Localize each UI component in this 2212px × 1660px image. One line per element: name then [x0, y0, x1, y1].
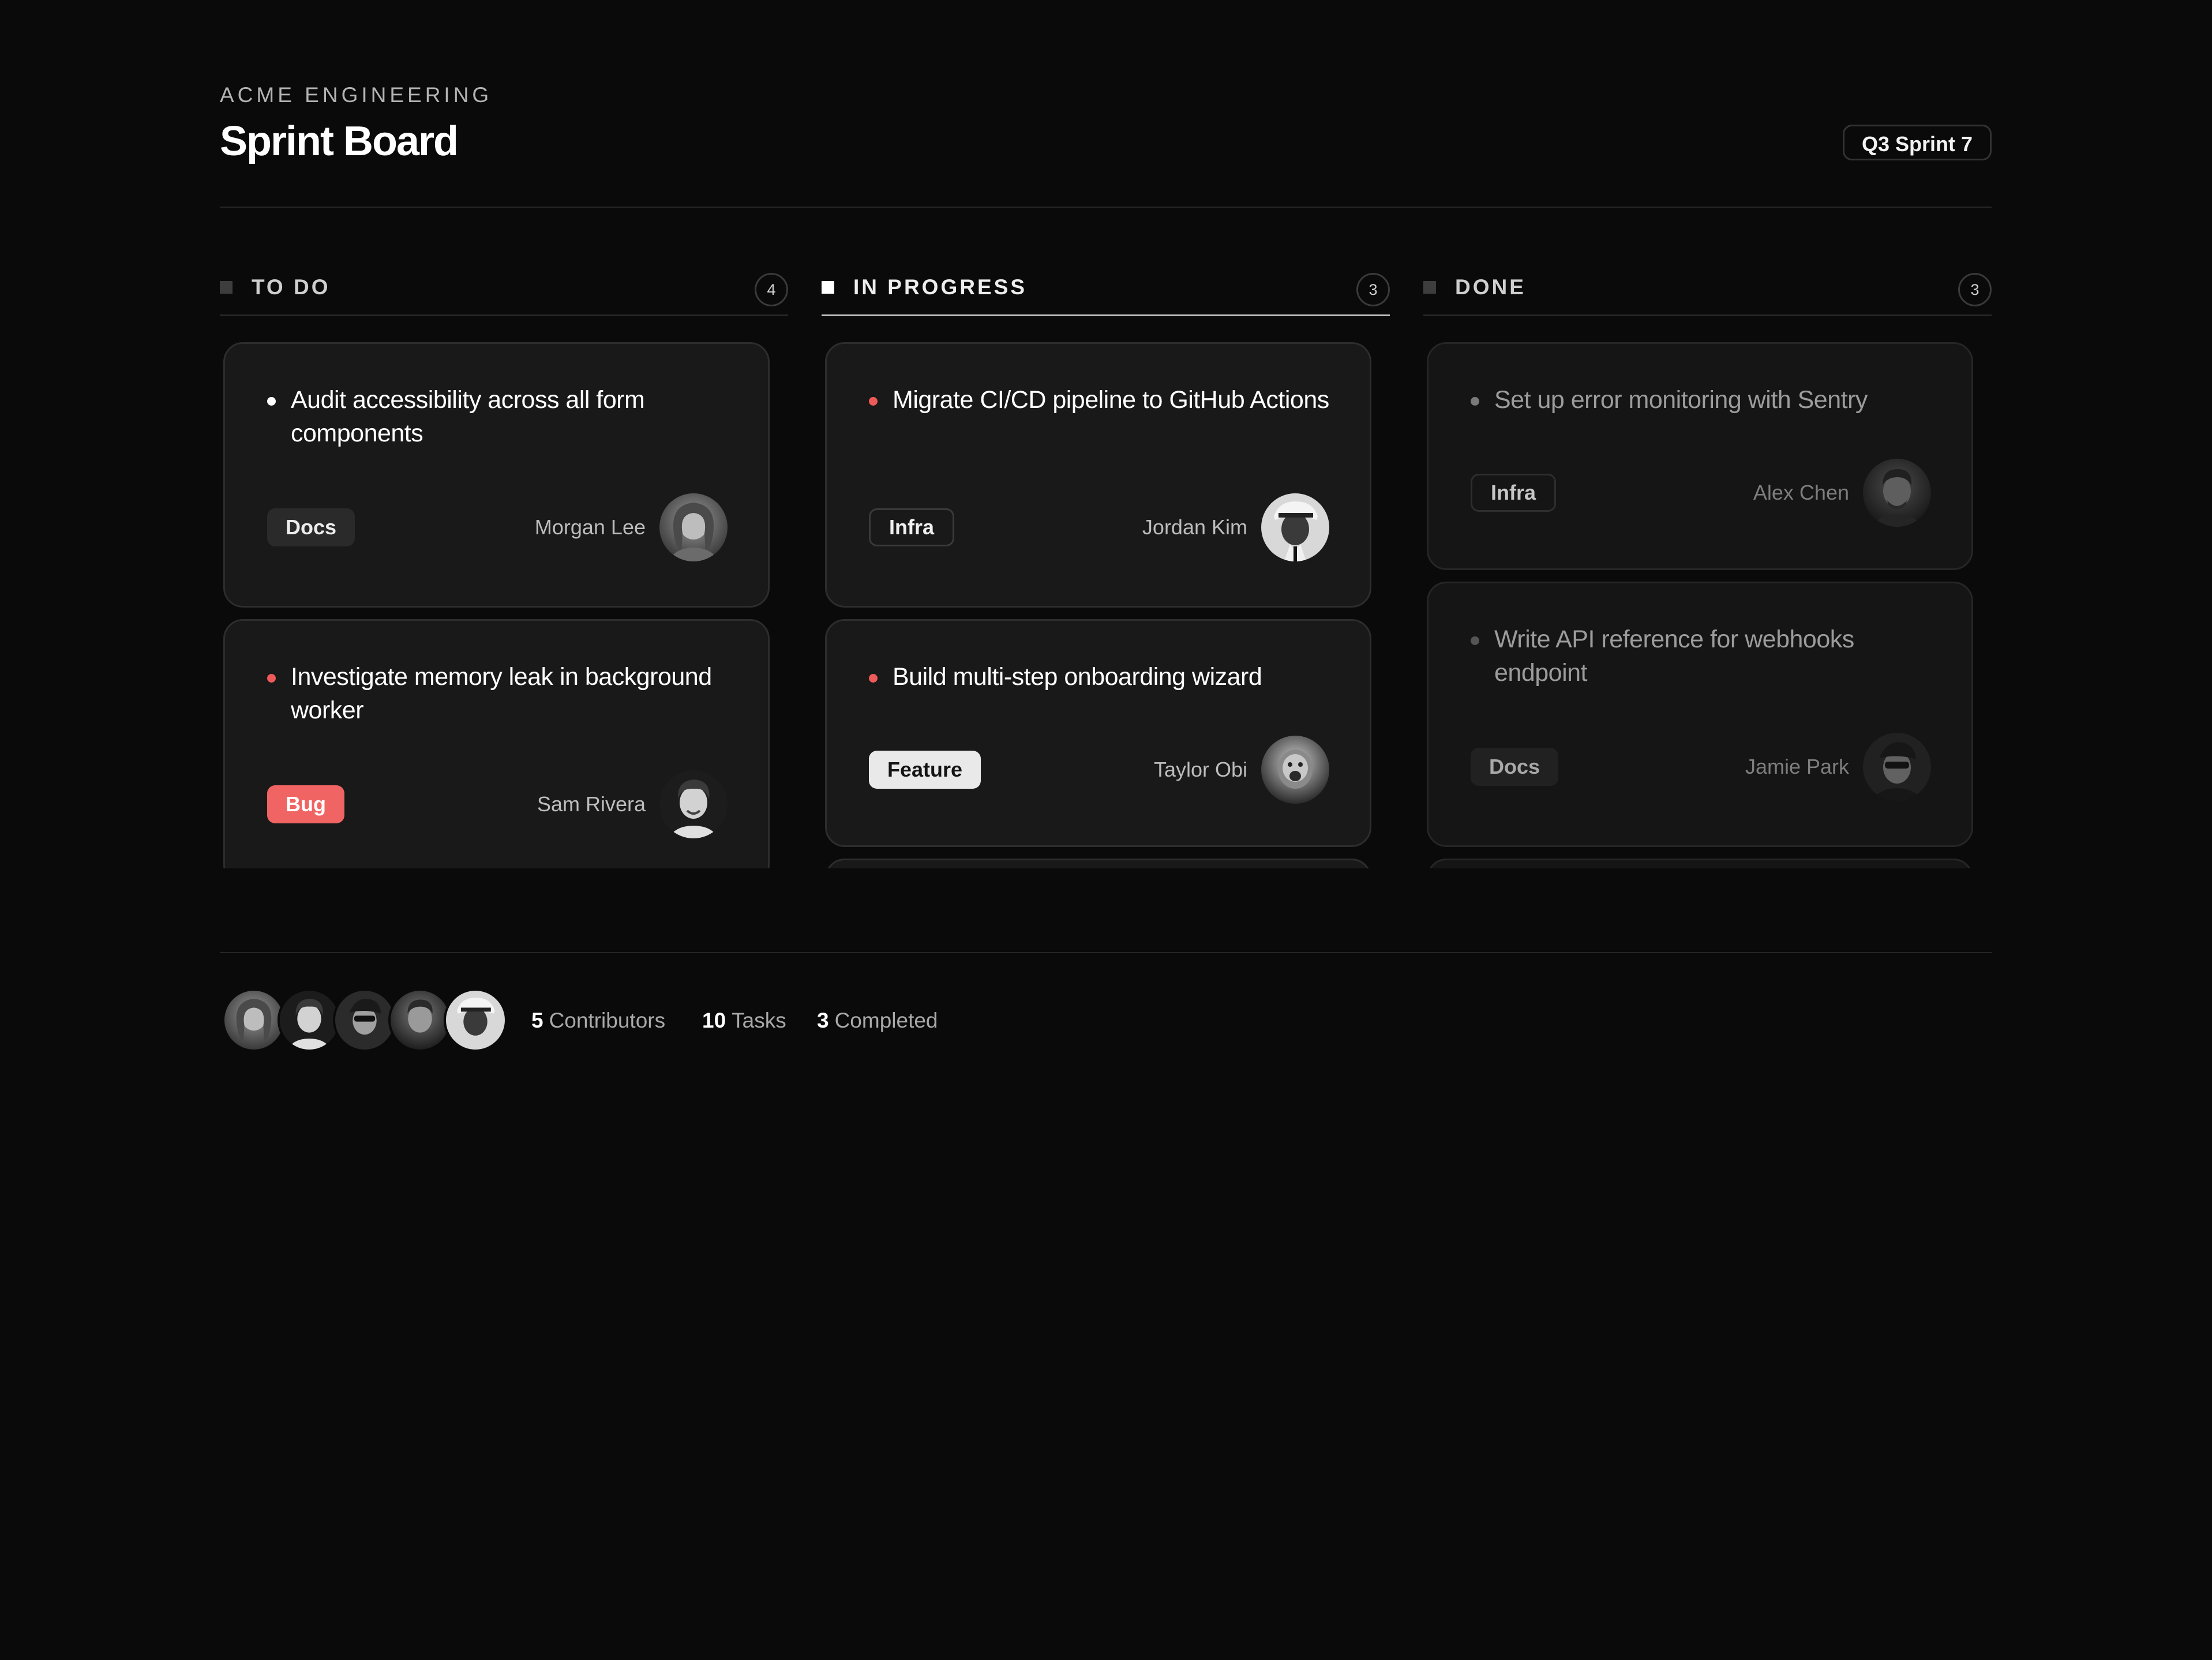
- assignee-name: Jordan Kim: [1142, 515, 1247, 539]
- avatar: [1863, 459, 1931, 527]
- sprint-selector-button[interactable]: Q3 Sprint 7: [1842, 125, 1992, 160]
- avatar: [388, 988, 452, 1052]
- contributor-avatar-stack[interactable]: [222, 988, 511, 1053]
- column-title: TO DO: [252, 275, 331, 299]
- task-title: Migrate CI/CD pipeline to GitHub Actions: [893, 386, 1329, 414]
- avatar: [222, 988, 286, 1052]
- task-tag: Docs: [1471, 748, 1559, 786]
- column-count-badge: 4: [755, 273, 788, 306]
- avatar: [659, 493, 728, 561]
- board-columns: TO DO 4 Audit accessibility across all f…: [220, 260, 1992, 897]
- avatar: [1863, 733, 1931, 801]
- task-tag: Bug: [267, 785, 344, 823]
- footer-divider: [220, 952, 1992, 953]
- column-cards: Audit accessibility across all form comp…: [220, 316, 788, 868]
- avatar: [1261, 736, 1329, 804]
- sprint-board: ACME ENGINEERING Sprint Board Q3 Sprint …: [220, 81, 1992, 1052]
- column-todo: TO DO 4 Audit accessibility across all f…: [220, 260, 788, 897]
- task-title: Set up error monitoring with Sentry: [1494, 386, 1868, 414]
- column-done: DONE 3 Set up error monitoring with Sent…: [1423, 260, 1992, 897]
- task-dot-icon: [1471, 397, 1479, 406]
- stat-value: 3: [817, 1009, 829, 1032]
- completed-stat: 3 Completed: [817, 1006, 938, 1036]
- board-footer: 5 Contributors 10 Tasks 3 Completed: [220, 984, 1992, 1056]
- task-tag: Feature: [869, 751, 981, 789]
- header-divider: [220, 207, 1992, 208]
- stat-label: Contributors: [549, 1009, 666, 1032]
- assignee-name: Sam Rivera: [537, 792, 646, 816]
- task-card[interactable]: Write API reference for webhooks endpoin…: [1427, 582, 1973, 847]
- column-status-square-icon: [220, 281, 233, 294]
- task-tag: Infra: [869, 508, 955, 546]
- column-title: DONE: [1455, 275, 1526, 299]
- page-title: Sprint Board: [220, 118, 459, 164]
- column-count-badge: 3: [1958, 273, 1992, 306]
- title-row: Sprint Board Q3 Sprint 7: [220, 114, 1992, 169]
- priority-dot-icon: [869, 674, 878, 683]
- task-card[interactable]: Investigate memory leak in background wo…: [223, 619, 770, 868]
- task-tag: Infra: [1471, 474, 1557, 512]
- task-card[interactable]: Audit accessibility across all form comp…: [223, 342, 770, 608]
- assignee-name: Taylor Obi: [1153, 758, 1247, 781]
- column-header-todo[interactable]: TO DO 4: [220, 260, 788, 316]
- stat-label: Tasks: [732, 1009, 786, 1032]
- avatar: [333, 988, 396, 1052]
- priority-dot-icon: [869, 397, 878, 406]
- assignee-name: Alex Chen: [1753, 481, 1849, 504]
- task-dot-icon: [1471, 636, 1479, 645]
- avatar: [444, 988, 507, 1052]
- contributors-stat: 5 Contributors: [531, 1006, 665, 1036]
- column-in-progress: IN PROGRESS 3 Migrate CI/CD pipeline to …: [822, 260, 1390, 897]
- column-count-badge: 3: [1356, 273, 1390, 306]
- org-name: ACME ENGINEERING: [220, 83, 493, 107]
- task-card[interactable]: [1427, 859, 1973, 868]
- column-header-done[interactable]: DONE 3: [1423, 260, 1992, 316]
- column-cards: Migrate CI/CD pipeline to GitHub Actions…: [822, 316, 1390, 868]
- task-title: Write API reference for webhooks endpoin…: [1494, 625, 1854, 687]
- stat-label: Completed: [834, 1009, 938, 1032]
- task-title: Investigate memory leak in background wo…: [291, 663, 712, 724]
- assignee-name: Morgan Lee: [534, 515, 646, 539]
- column-status-square-icon: [822, 281, 834, 294]
- column-header-in-progress[interactable]: IN PROGRESS 3: [822, 260, 1390, 316]
- column-status-square-icon: [1423, 281, 1436, 294]
- task-card[interactable]: [825, 859, 1371, 868]
- stat-value: 5: [531, 1009, 543, 1032]
- task-card[interactable]: Build multi-step onboarding wizard Featu…: [825, 619, 1371, 847]
- column-title: IN PROGRESS: [853, 275, 1027, 299]
- avatar: [1261, 493, 1329, 561]
- avatar: [278, 988, 341, 1052]
- avatar: [659, 770, 728, 838]
- priority-dot-icon: [267, 674, 276, 683]
- assignee-name: Jamie Park: [1745, 755, 1849, 778]
- task-dot-icon: [267, 397, 276, 406]
- stat-value: 10: [702, 1009, 726, 1032]
- task-title: Audit accessibility across all form comp…: [291, 386, 645, 447]
- task-title: Build multi-step onboarding wizard: [893, 663, 1262, 691]
- column-cards: Set up error monitoring with Sentry Infr…: [1423, 316, 1992, 868]
- tasks-stat: 10 Tasks: [702, 1006, 786, 1036]
- task-card[interactable]: Migrate CI/CD pipeline to GitHub Actions…: [825, 342, 1371, 608]
- task-tag: Docs: [267, 508, 355, 546]
- task-card[interactable]: Set up error monitoring with Sentry Infr…: [1427, 342, 1973, 570]
